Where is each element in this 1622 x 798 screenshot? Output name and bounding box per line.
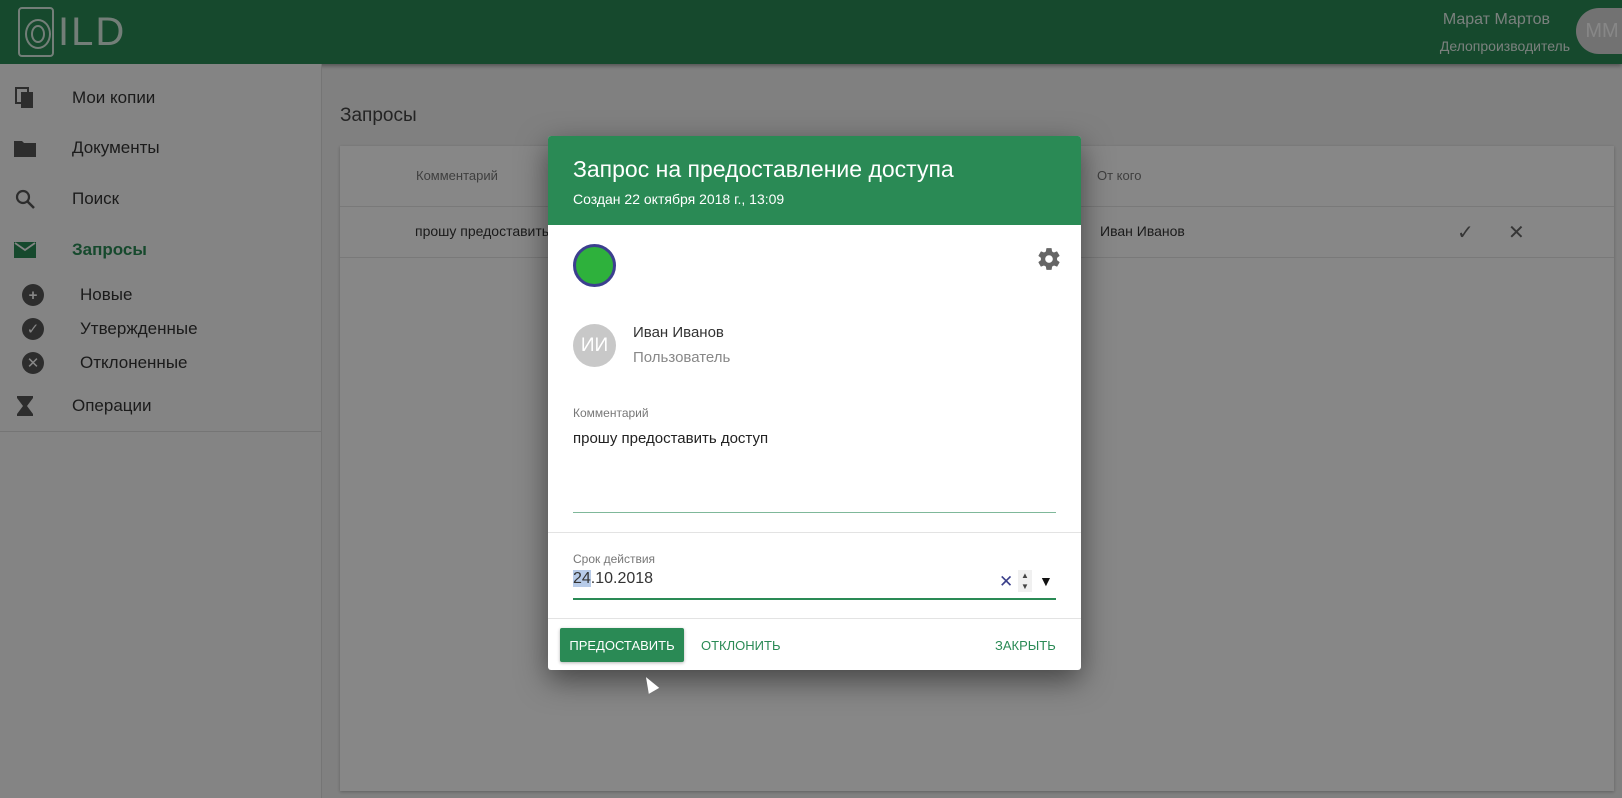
date-rest: .10.2018 [590, 570, 654, 587]
access-request-dialog: Запрос на предоставление доступа Создан … [548, 136, 1081, 670]
requester-role: Пользователь [633, 349, 731, 366]
comment-underline [573, 512, 1056, 513]
dialog-title: Запрос на предоставление доступа [573, 156, 954, 182]
grant-button[interactable]: ПРЕДОСТАВИТЬ [560, 628, 684, 662]
requester-name: Иван Иванов [633, 324, 724, 341]
requester-avatar: ИИ [573, 324, 616, 367]
reject-button[interactable]: ОТКЛОНИТЬ [701, 628, 780, 662]
dialog-header: Запрос на предоставление доступа Создан … [548, 136, 1081, 225]
date-day-selected: 24 [573, 570, 591, 587]
clear-date-icon[interactable]: ✕ [999, 572, 1013, 592]
dialog-subtitle: Создан 22 октября 2018 г., 13:09 [573, 191, 785, 207]
gear-icon[interactable] [1036, 246, 1062, 272]
close-button[interactable]: ЗАКРЫТЬ [995, 628, 1056, 662]
date-dropdown-icon[interactable]: ▼ [1039, 573, 1053, 589]
validity-date-input[interactable]: 24.10.2018 ✕ ▲ ▼ ▼ [573, 570, 1056, 600]
comment-label: Комментарий [573, 406, 649, 420]
footer-divider [548, 618, 1081, 619]
section-divider [548, 532, 1081, 533]
date-spinner-icon[interactable]: ▲ ▼ [1018, 570, 1032, 592]
comment-field[interactable]: прошу предоставить доступ [573, 430, 768, 447]
status-indicator [573, 244, 616, 287]
validity-label: Срок действия [573, 552, 656, 566]
